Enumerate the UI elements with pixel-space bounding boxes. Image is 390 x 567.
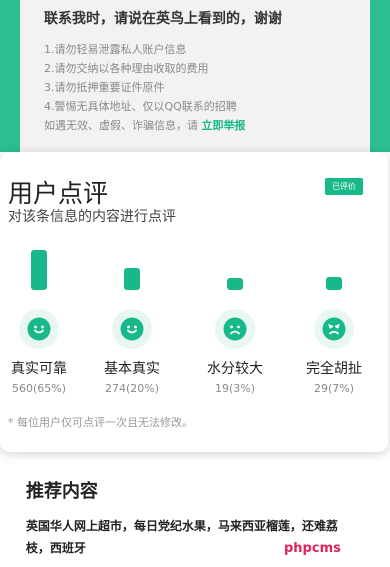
notice-line: 1.请勿轻易泄露私人账户信息 [44,43,187,56]
rating-footnote: * 每位用户仅可点评一次且无法修改。 [8,416,193,429]
rating-subtitle: 对该条信息的内容进行点评 [8,209,176,225]
sad-face-icon[interactable] [215,309,255,349]
rating-option-count: 19(3%) [214,382,256,395]
rating-option-label: 基本真实 [104,361,160,377]
report-prefix: 如遇无效、虚假、诈骗信息，请 [44,119,198,132]
rating-option-count: 274(20%) [104,382,160,395]
watermark: phpcms [284,541,341,556]
rating-bar [326,277,342,290]
notice-title: 联系我时，请说在英鸟上看到的，谢谢 [44,11,282,27]
rating-option-label: 真实可靠 [11,361,67,377]
angry-face-icon[interactable] [314,309,354,349]
rated-badge: 已评价 [325,178,363,195]
notice-line: 2.请勿交纳以各种理由收取的费用 [44,62,209,75]
notice-line: 3.请勿抵押重要证件原件 [44,81,165,94]
report-link[interactable]: 立即举报 [202,119,246,132]
rating-option-count: 560(65%) [11,382,67,395]
notice-list: 1.请勿轻易泄露私人账户信息 2.请勿交纳以各种理由收取的费用 3.请勿抵押重要… [44,40,246,135]
rating-option-count: 29(7%) [313,382,355,395]
rating-title: 用户点评 [8,179,109,208]
user-rating-card: 用户点评 已评价 对该条信息的内容进行点评 真实可靠 560(65%) 基本真实 27… [0,152,388,452]
rating-bar [124,268,140,290]
backdrop-accent-left [0,0,20,152]
rating-bars [31,250,342,290]
backdrop-accent-right [370,0,390,152]
rating-bar [227,278,243,290]
rating-option-label: 水分较大 [207,361,263,377]
rating-bar [31,250,47,290]
notice-line: 4.警惕无具体地址、仅以QQ联系的招聘 [44,100,237,113]
notice-report-line: 如遇无效、虚假、诈骗信息，请 立即举报 [44,116,246,135]
smile-face-icon[interactable] [19,309,59,349]
recommend-title: 推荐内容 [26,481,98,502]
rating-option-label: 完全胡扯 [306,361,362,377]
smile-face-icon[interactable] [112,309,152,349]
